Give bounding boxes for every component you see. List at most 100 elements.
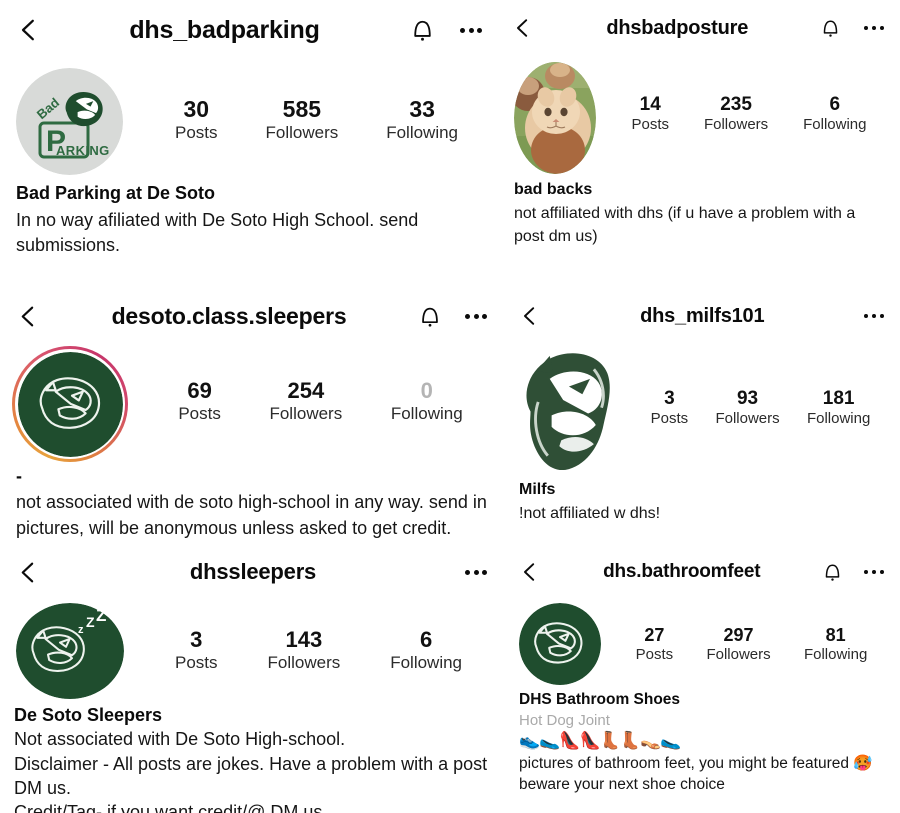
back-arrow-icon[interactable] xyxy=(519,305,541,327)
profile-header: desoto.class.sleepers xyxy=(0,288,505,344)
wildcat-logo-icon xyxy=(17,351,123,457)
profile-header: dhs_badparking xyxy=(0,0,500,60)
posts-count: 14 xyxy=(639,94,661,115)
back-arrow-icon[interactable] xyxy=(16,17,42,43)
stat-followers[interactable]: 235 Followers xyxy=(702,94,770,134)
following-label: Following xyxy=(803,646,868,664)
profile-stats: 3 Posts 93 Followers 181 Following xyxy=(615,346,884,428)
avatar[interactable] xyxy=(515,346,615,476)
posts-label: Posts xyxy=(650,410,689,428)
following-count: 181 xyxy=(822,388,855,409)
following-label: Following xyxy=(386,123,459,143)
notifications-bell-icon[interactable] xyxy=(823,561,842,583)
stat-following[interactable]: 6 Following xyxy=(801,94,868,134)
stat-followers[interactable]: 143 Followers xyxy=(265,627,342,673)
avatar-container[interactable]: Bad P ARKING xyxy=(16,68,123,175)
profile-full-name: De Soto Sleepers xyxy=(14,705,163,725)
profile-emoji-row: 👟🥿👠👠👢👢👡🥿 xyxy=(519,731,681,752)
profile-bio-text: not associated with de soto high-school … xyxy=(16,491,487,538)
stat-following[interactable]: 81 Following xyxy=(802,625,869,664)
stat-posts[interactable]: 30 Posts xyxy=(173,96,220,143)
notifications-bell-icon[interactable] xyxy=(821,17,840,39)
more-options-icon[interactable] xyxy=(863,313,884,319)
followers-label: Followers xyxy=(267,652,341,672)
stat-posts[interactable]: 3 Posts xyxy=(649,388,691,428)
header-icon-group xyxy=(419,304,487,329)
avatar-container[interactable] xyxy=(514,62,596,174)
back-arrow-icon[interactable] xyxy=(16,560,41,585)
avatar-container[interactable] xyxy=(515,346,615,476)
back-arrow-icon[interactable] xyxy=(16,304,41,329)
more-options-icon[interactable] xyxy=(465,569,487,575)
stat-following[interactable]: 181 Following xyxy=(805,388,872,428)
posts-label: Posts xyxy=(178,403,221,423)
header-icon-group xyxy=(411,17,482,43)
profile-header: dhs.bathroomfeet xyxy=(505,545,900,599)
profile-stats: 14 Posts 235 Followers 6 Following xyxy=(596,62,884,134)
avatar[interactable] xyxy=(17,351,123,457)
profile-bio-text: !not affiliated w dhs! xyxy=(519,505,661,522)
profile-panel-dhs-milfs101: dhs_milfs101 3 Posts 93 Followers 181 Fo… xyxy=(505,288,900,545)
stat-following[interactable]: 0 Following xyxy=(389,378,465,424)
sleeping-wildcat-logo-icon: z Z Z xyxy=(16,603,124,699)
avatar-stats-row: 3 Posts 93 Followers 181 Following xyxy=(505,344,900,476)
more-options-icon[interactable] xyxy=(863,569,884,575)
posts-count: 3 xyxy=(664,388,675,409)
posts-label: Posts xyxy=(635,646,674,664)
stat-posts[interactable]: 14 Posts xyxy=(629,94,671,134)
avatar-stats-row: 14 Posts 235 Followers 6 Following xyxy=(500,56,900,174)
stat-followers[interactable]: 297 Followers xyxy=(704,625,772,664)
svg-text:Z: Z xyxy=(96,606,106,625)
following-count: 81 xyxy=(825,625,846,645)
profile-bio-text: pictures of bathroom feet, you might be … xyxy=(519,754,873,793)
following-count: 6 xyxy=(829,94,841,115)
profile-category: Hot Dog Joint xyxy=(519,712,610,730)
profile-username: dhs.bathroomfeet xyxy=(603,561,761,582)
back-arrow-icon[interactable] xyxy=(519,561,541,583)
following-label: Following xyxy=(390,403,463,423)
profile-bio-block: Milfs !not affiliated w dhs! xyxy=(505,476,900,526)
stat-posts[interactable]: 27 Posts xyxy=(634,625,676,664)
followers-label: Followers xyxy=(706,646,771,664)
notifications-bell-icon[interactable] xyxy=(411,17,434,43)
profile-bio-block: bad backs not affiliated with dhs (if u … xyxy=(500,174,900,249)
profile-full-name: bad backs xyxy=(514,181,593,198)
avatar[interactable] xyxy=(519,603,601,685)
profile-panel-dhssleepers: dhssleepers z Z Z 3 Posts 143 Followers … xyxy=(0,545,505,813)
avatar-container[interactable] xyxy=(12,346,128,462)
avatar-stats-row: 69 Posts 254 Followers 0 Following xyxy=(0,344,505,462)
avatar[interactable] xyxy=(514,62,596,174)
followers-label: Followers xyxy=(269,403,343,423)
more-options-icon[interactable] xyxy=(863,25,884,31)
profile-header: dhsbadposture xyxy=(500,0,900,56)
stat-posts[interactable]: 3 Posts xyxy=(173,627,220,673)
followers-count: 297 xyxy=(723,625,754,645)
followers-label: Followers xyxy=(703,116,769,134)
stat-posts[interactable]: 69 Posts xyxy=(176,378,223,424)
avatar-container[interactable]: z Z Z xyxy=(16,603,124,699)
posts-count: 69 xyxy=(187,378,212,403)
more-options-icon[interactable] xyxy=(465,313,487,319)
profile-bio-text: not affiliated with dhs (if u have a pro… xyxy=(514,205,856,246)
story-ring[interactable] xyxy=(12,346,128,462)
stat-following[interactable]: 6 Following xyxy=(388,627,464,673)
profile-bio-block: Bad Parking at De Soto In no way afiliat… xyxy=(0,175,500,259)
notifications-bell-icon[interactable] xyxy=(419,304,441,329)
following-label: Following xyxy=(390,652,463,672)
avatar[interactable]: Bad P ARKING xyxy=(16,68,123,175)
stat-followers[interactable]: 254 Followers xyxy=(267,378,344,424)
back-arrow-icon[interactable] xyxy=(512,17,534,39)
profile-username: dhs_milfs101 xyxy=(640,304,765,327)
avatar[interactable]: z Z Z xyxy=(16,603,124,699)
header-icon-group xyxy=(465,569,487,575)
profile-panel-dhsbadposture: dhsbadposture 14 Posts 235 Followers 6 F… xyxy=(500,0,900,288)
posts-count: 30 xyxy=(183,96,210,122)
profile-username: desoto.class.sleepers xyxy=(111,302,347,329)
stat-followers[interactable]: 585 Followers xyxy=(263,96,340,143)
followers-label: Followers xyxy=(265,123,339,143)
profile-username: dhs_badparking xyxy=(129,15,320,44)
stat-following[interactable]: 33 Following xyxy=(384,96,460,143)
more-options-icon[interactable] xyxy=(460,27,482,33)
stat-followers[interactable]: 93 Followers xyxy=(713,388,781,428)
avatar-container[interactable] xyxy=(519,603,601,685)
